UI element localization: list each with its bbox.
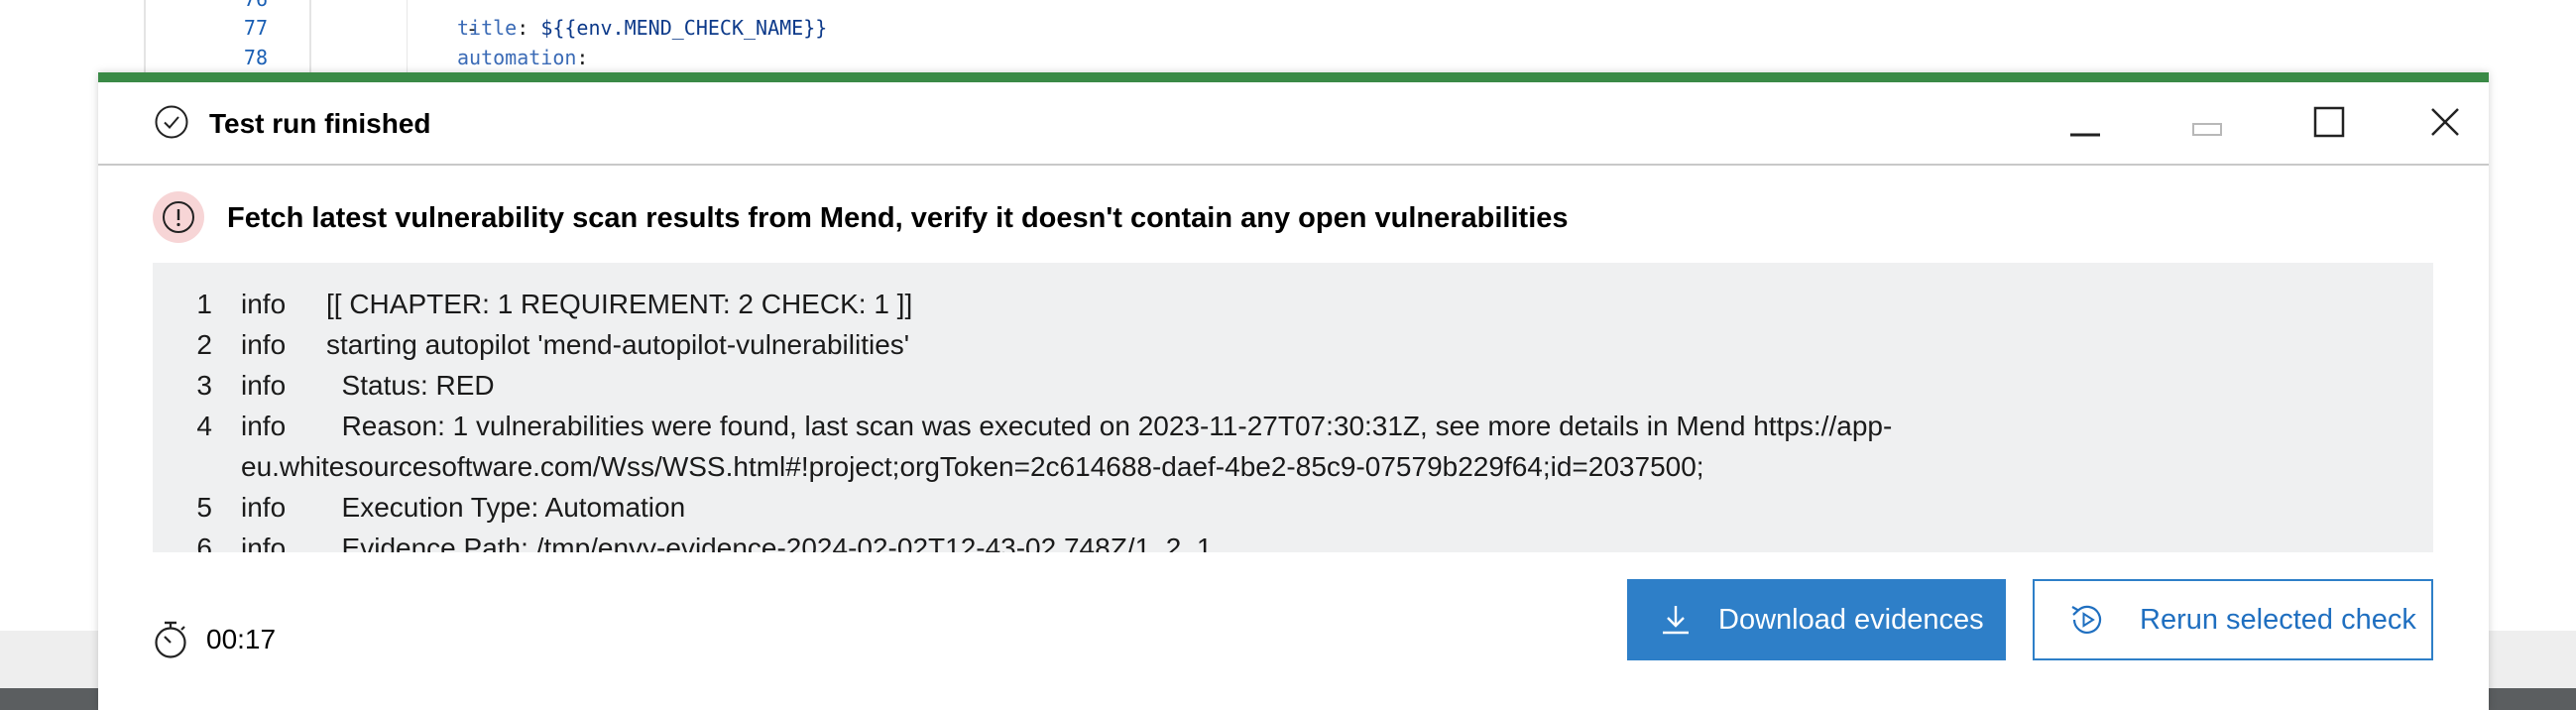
log-message: starting autopilot 'mend-autopilot-vulne… [326, 329, 910, 360]
check-title: Fetch latest vulnerability scan results … [227, 202, 1569, 234]
error-circle-icon [153, 191, 204, 243]
log-line-number: 4 [196, 411, 212, 441]
restore-button[interactable] [2177, 92, 2237, 152]
stopwatch-icon [155, 621, 186, 658]
editor-code-value: ${{env.MEND_CHECK_NAME}} [540, 16, 828, 40]
rerun-icon [2071, 605, 2102, 634]
log-output[interactable]: 1 info [[ CHAPTER: 1 REQUIREMENT: 2 CHEC… [153, 263, 2433, 552]
dialog-title: Test run finished [209, 108, 431, 139]
minimize-icon [2070, 133, 2100, 137]
download-evidences-label: Download evidences [1718, 603, 1984, 636]
log-level: info [241, 532, 287, 552]
rerun-selected-check-button[interactable]: Rerun selected check [2033, 579, 2433, 660]
close-icon [2431, 108, 2459, 136]
editor-line-number: 76 [208, 0, 268, 14]
log-line-number: 6 [196, 532, 212, 552]
maximize-button[interactable] [2299, 92, 2359, 152]
check-circle-icon [155, 105, 188, 139]
close-button[interactable] [2415, 92, 2475, 152]
log-level: info [241, 329, 287, 360]
editor-code-key: title [457, 16, 518, 40]
minimize-button[interactable] [2055, 92, 2115, 152]
elapsed-time: 00:17 [206, 624, 277, 654]
editor-code-line[interactable]: automation: [457, 43, 588, 72]
dialog-header: Test run finished [98, 82, 2489, 166]
download-icon [1663, 606, 1689, 635]
log-message: Reason: 1 vulnerabilities were found, la… [241, 411, 1893, 482]
test-run-dialog: Test run finished Fetch latest vulnerabi… [98, 72, 2489, 710]
editor-code-key: automation [457, 46, 577, 69]
log-line-number: 5 [196, 492, 212, 523]
log-level: info [241, 492, 287, 523]
log-level: info [241, 289, 287, 319]
status-bar-success [98, 72, 2489, 82]
editor-gutter-border [144, 0, 146, 79]
log-line-number: 1 [196, 289, 212, 319]
editor-code-line[interactable]: title: ${{env.MEND_CHECK_NAME}} [457, 13, 827, 43]
download-evidences-button[interactable]: Download evidences [1627, 579, 2006, 660]
rerun-selected-check-label: Rerun selected check [2140, 603, 2416, 636]
editor-line-number: 78 [243, 46, 268, 69]
log-message: [[ CHAPTER: 1 REQUIREMENT: 2 CHECK: 1 ]] [326, 289, 913, 319]
maximize-icon [2313, 106, 2345, 138]
log-message: Evidence Path: /tmp/envy-evidence-2024-0… [326, 532, 1213, 552]
editor-line-number: 77 [243, 16, 268, 40]
log-line-number: 2 [196, 329, 212, 360]
editor-indent-guide [407, 0, 408, 79]
log-line-number: 3 [196, 370, 212, 401]
editor-line-number-border [309, 0, 311, 79]
log-message: Status: RED [326, 370, 495, 401]
restore-icon [2192, 123, 2222, 136]
log-level: info [241, 370, 287, 401]
log-message: Execution Type: Automation [326, 492, 686, 523]
